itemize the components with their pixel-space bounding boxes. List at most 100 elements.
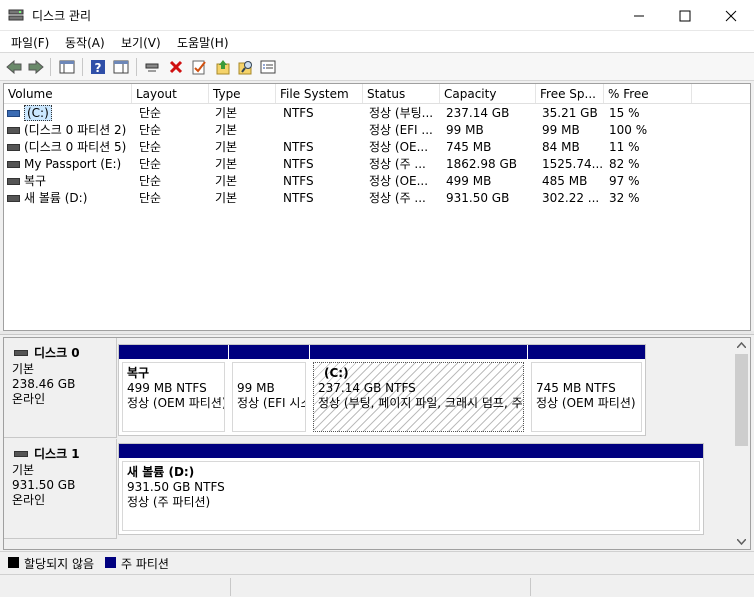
volume-row[interactable]: 복구 단순 기본 NTFS 정상 (OE... 499 MB 485 MB 97… xyxy=(4,173,750,190)
delete-button[interactable] xyxy=(166,57,186,77)
properties-icon xyxy=(192,60,206,75)
column-header-capacity[interactable]: Capacity xyxy=(440,84,536,103)
minimize-button[interactable] xyxy=(616,0,662,31)
connect-button[interactable] xyxy=(142,57,162,77)
volume-layout: 단순 xyxy=(139,157,162,171)
partition-body-selected: (C:) 237.14 GB NTFS 정상 (부팅, 페이지 파일, 크래시 … xyxy=(313,362,524,432)
menu-help[interactable]: 도움말(H) xyxy=(177,34,229,51)
column-header-layout[interactable]: Layout xyxy=(132,84,209,103)
properties-button[interactable] xyxy=(189,57,209,77)
primary-partition-bar xyxy=(528,345,645,359)
partition-recovery[interactable]: 복구 499 MB NTFS 정상 (OEM 파티션) xyxy=(119,345,228,435)
volume-status: 정상 (OE... xyxy=(369,140,429,154)
close-button[interactable] xyxy=(708,0,754,31)
partition-body: 99 MB 정상 (EFI 시스템 파티션) xyxy=(232,362,306,432)
close-icon xyxy=(725,10,737,21)
volume-list: Volume Layout Type File System Status Ca… xyxy=(3,83,751,331)
partition-size: 237.14 GB NTFS xyxy=(318,381,416,395)
column-header-percent-free[interactable]: % Free xyxy=(604,84,692,103)
primary-partition-bar xyxy=(229,345,309,359)
back-icon xyxy=(6,60,22,74)
forward-button[interactable] xyxy=(26,57,46,77)
disk-size: 931.50 GB xyxy=(12,478,76,492)
volume-row[interactable]: (C:) 단순 기본 NTFS 정상 (부팅... 237.14 GB 35.2… xyxy=(4,105,750,122)
up-button[interactable] xyxy=(213,57,233,77)
volume-name: My Passport (E:) xyxy=(24,157,122,171)
scroll-up-icon[interactable] xyxy=(737,342,746,348)
volume-disk-icon xyxy=(7,127,20,134)
legend-unallocated-label: 할당되지 않음 xyxy=(24,557,95,571)
column-header-file-system[interactable]: File System xyxy=(276,84,363,103)
disk-name: 디스크 1 xyxy=(34,447,80,461)
connect-icon xyxy=(145,63,159,72)
volume-capacity: 499 MB xyxy=(446,174,492,188)
partition-c[interactable]: (C:) 237.14 GB NTFS 정상 (부팅, 페이지 파일, 크래시 … xyxy=(310,345,527,435)
volume-row[interactable]: My Passport (E:) 단순 기본 NTFS 정상 (주 ... 18… xyxy=(4,156,750,173)
volume-free-space: 302.22 ... xyxy=(542,191,600,205)
column-header-volume[interactable]: Volume xyxy=(4,84,132,103)
volume-percent-free: 11 % xyxy=(609,140,640,154)
volume-row[interactable]: (디스크 0 파티션 2) 단순 기본 정상 (EFI ... 99 MB 99… xyxy=(4,122,750,139)
pane-splitter[interactable] xyxy=(0,331,754,335)
scroll-down-icon[interactable] xyxy=(737,539,746,545)
volume-row[interactable]: 새 볼륨 (D:) 단순 기본 NTFS 정상 (주 ... 931.50 GB… xyxy=(4,190,750,207)
primary-partition-bar xyxy=(310,345,527,359)
volume-name: (C:) xyxy=(24,105,52,121)
volume-disk-icon xyxy=(7,144,20,151)
volume-percent-free: 100 % xyxy=(609,123,648,137)
volume-row[interactable]: (디스크 0 파티션 5) 단순 기본 NTFS 정상 (OE... 745 M… xyxy=(4,139,750,156)
column-header-type[interactable]: Type xyxy=(209,84,276,103)
volume-status: 정상 (부팅... xyxy=(369,106,434,120)
legend-primary-swatch xyxy=(105,557,116,568)
partition-status: 정상 (OEM 파티션) xyxy=(536,396,636,410)
column-header-free-space[interactable]: Free Sp... xyxy=(536,84,604,103)
volume-file-system: NTFS xyxy=(283,191,314,205)
volume-name: 복구 xyxy=(24,174,47,188)
disk-0-label[interactable]: 디스크 0 기본 238.46 GB 온라인 xyxy=(4,338,117,438)
disk-0-name-row: 디스크 0 xyxy=(12,346,116,362)
disk-0-partitions: 복구 499 MB NTFS 정상 (OEM 파티션) 99 MB 정상 (EF… xyxy=(118,344,646,436)
search-button[interactable] xyxy=(236,57,256,77)
disk-1-label[interactable]: 디스크 1 기본 931.50 GB 온라인 xyxy=(4,439,117,539)
volume-percent-free: 97 % xyxy=(609,174,640,188)
volume-file-system: NTFS xyxy=(283,106,314,120)
partition-d[interactable]: 새 볼륨 (D:) 931.50 GB NTFS 정상 (주 파티션) xyxy=(119,444,703,534)
disk-type: 기본 xyxy=(12,463,35,477)
column-header-status[interactable]: Status xyxy=(363,84,440,103)
menu-file[interactable]: 파일(F) xyxy=(11,34,49,51)
partition-status: 정상 (OEM 파티션) xyxy=(127,396,225,410)
disk-type: 기본 xyxy=(12,362,35,376)
back-button[interactable] xyxy=(4,57,24,77)
partition-title: 새 볼륨 (D:) xyxy=(127,465,195,479)
volume-type: 기본 xyxy=(215,157,238,171)
disk-view-scrollbar[interactable] xyxy=(733,338,750,549)
partition-title xyxy=(237,366,301,381)
legend-unallocated-swatch xyxy=(8,557,19,568)
volume-type: 기본 xyxy=(215,174,238,188)
partition-title: (C:) xyxy=(324,366,349,380)
menu-action[interactable]: 동작(A) xyxy=(65,34,105,51)
partition-body: 745 MB NTFS 정상 (OEM 파티션) xyxy=(531,362,642,432)
action-pane-icon xyxy=(113,60,129,74)
title-bar: 디스크 관리 xyxy=(0,0,754,31)
maximize-button[interactable] xyxy=(662,0,708,31)
partition-status: 정상 (부팅, 페이지 파일, 크래시 덤프, 주 파티션) xyxy=(318,396,523,410)
disk-state: 온라인 xyxy=(12,493,46,507)
disk-size: 238.46 GB xyxy=(12,377,76,391)
volume-disk-icon xyxy=(7,195,20,202)
partition-size: 931.50 GB NTFS xyxy=(127,480,225,494)
forward-icon xyxy=(28,60,44,74)
disk-1-partitions: 새 볼륨 (D:) 931.50 GB NTFS 정상 (주 파티션) xyxy=(118,443,704,535)
action-pane-button[interactable] xyxy=(111,57,131,77)
partition-efi[interactable]: 99 MB 정상 (EFI 시스템 파티션) xyxy=(229,345,309,435)
status-bar xyxy=(0,574,754,597)
volume-file-system xyxy=(283,122,361,139)
menu-view[interactable]: 보기(V) xyxy=(121,34,161,51)
volume-file-system: NTFS xyxy=(283,157,314,171)
partition-oem[interactable]: 745 MB NTFS 정상 (OEM 파티션) xyxy=(528,345,645,435)
console-tree-button[interactable] xyxy=(57,57,77,77)
help-button[interactable]: ? xyxy=(88,57,108,77)
list-button[interactable] xyxy=(258,57,278,77)
volume-type: 기본 xyxy=(215,123,238,137)
scrollbar-thumb[interactable] xyxy=(735,354,748,446)
